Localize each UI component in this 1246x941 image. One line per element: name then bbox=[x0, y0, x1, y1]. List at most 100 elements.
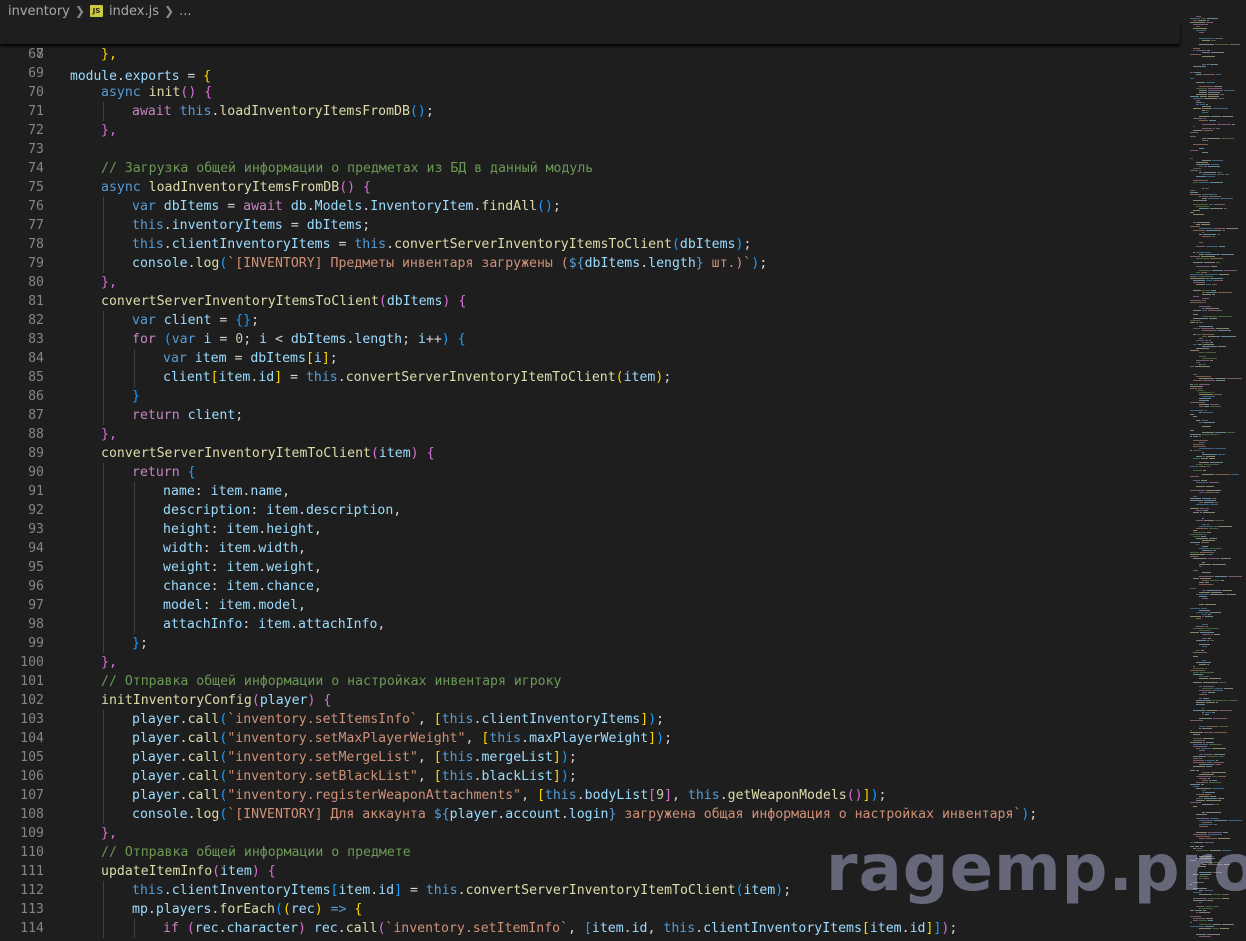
code-line[interactable]: 75 async loadInventoryItemsFromDB() { bbox=[0, 178, 1185, 197]
line-number: 84 bbox=[28, 351, 44, 366]
code-line[interactable]: 110 // Отправка общей информации о предме… bbox=[0, 843, 1185, 862]
code-line[interactable]: 68}, bbox=[0, 45, 1185, 64]
code-token: maxPlayerWeight bbox=[529, 731, 649, 746]
code-line[interactable]: 105 player.call("inventory.setMergeList",… bbox=[0, 748, 1185, 767]
minimap-stroke bbox=[1205, 856, 1211, 857]
code-line[interactable]: 107 player.call("inventory.registerWeapon… bbox=[0, 786, 1185, 805]
minimap-stroke bbox=[1202, 634, 1210, 635]
code-token: = bbox=[330, 237, 355, 252]
minimap-stroke bbox=[1196, 376, 1211, 377]
code-token: console bbox=[132, 256, 188, 271]
code-line[interactable]: 74 // Загрузка общей информации о предмет… bbox=[0, 159, 1185, 178]
minimap-stroke bbox=[1207, 50, 1210, 51]
code-line[interactable]: 97 model: item.model, bbox=[0, 596, 1185, 615]
code-line[interactable]: 80}, bbox=[0, 273, 1185, 292]
minimap-stroke bbox=[1193, 900, 1206, 901]
minimap-stroke bbox=[1193, 214, 1204, 215]
code-line[interactable]: 84 var item = dbItems[i]; bbox=[0, 349, 1185, 368]
code-token: = bbox=[282, 218, 307, 233]
code-line[interactable]: 102 initInventoryConfig(player) { bbox=[0, 691, 1185, 710]
code-line[interactable]: 106 player.call("inventory.setBlackList",… bbox=[0, 767, 1185, 786]
code-line[interactable]: 78 this.clientInventoryItems = this.conve… bbox=[0, 235, 1185, 254]
indent-guide bbox=[134, 919, 135, 938]
code-line[interactable]: 90 return { bbox=[0, 463, 1185, 482]
code-line[interactable]: 101 // Отправка общей информации о настро… bbox=[0, 672, 1185, 691]
code-text: }, bbox=[101, 45, 117, 64]
sticky-scroll-header[interactable]: 7 module.exports = { bbox=[0, 22, 1180, 84]
minimap-stroke bbox=[1193, 180, 1208, 181]
minimap-stroke bbox=[1199, 698, 1202, 699]
code-line[interactable]: 69 bbox=[0, 64, 1185, 83]
code-line[interactable]: 99}; bbox=[0, 634, 1185, 653]
code-editor[interactable]: 68}, 69 70 async init() {71 await this.loadI… bbox=[0, 44, 1185, 941]
code-line[interactable]: 111 updateItemInfo(item) { bbox=[0, 862, 1185, 881]
code-line[interactable]: 98 attachInfo: item.attachInfo, bbox=[0, 615, 1185, 634]
code-line[interactable]: 95 weight: item.weight, bbox=[0, 558, 1185, 577]
code-token: this bbox=[132, 237, 164, 252]
code-line[interactable]: 70 async init() { bbox=[0, 83, 1185, 102]
indent-guide bbox=[103, 919, 104, 938]
minimap-stroke bbox=[1195, 366, 1210, 367]
code-line[interactable]: 76 var dbItems = await db.Models.Inventor… bbox=[0, 197, 1185, 216]
code-line[interactable]: 79 console.log(`[INVENTORY] Предметы инве… bbox=[0, 254, 1185, 273]
code-line[interactable]: 86} bbox=[0, 387, 1185, 406]
code-line[interactable]: 114 if (rec.character) rec.call(`inventor… bbox=[0, 919, 1185, 938]
code-token: "inventory.registerWeaponAttachments" bbox=[227, 788, 522, 803]
code-text: description: item.description, bbox=[163, 501, 401, 520]
code-line[interactable]: 88}, bbox=[0, 425, 1185, 444]
code-line[interactable]: 103 player.call(`inventory.setItemsInfo`,… bbox=[0, 710, 1185, 729]
minimap-stroke bbox=[1215, 576, 1227, 577]
minimap-stroke bbox=[1202, 614, 1207, 615]
minimap-stroke bbox=[1199, 32, 1204, 33]
code-token: . bbox=[306, 199, 315, 214]
minimap-stroke bbox=[1208, 834, 1222, 835]
code-line[interactable]: 73 bbox=[0, 140, 1185, 159]
minimap-stroke bbox=[1199, 866, 1206, 867]
indent-guide bbox=[103, 387, 104, 406]
minimap-stroke bbox=[1190, 436, 1192, 437]
minimap-stroke bbox=[1219, 274, 1229, 275]
breadcrumb-file[interactable]: index.js bbox=[109, 4, 159, 19]
code-line[interactable]: 108 console.log(`[INVENTORY] Для аккаунта… bbox=[0, 805, 1185, 824]
code-line[interactable]: 91 name: item.name, bbox=[0, 482, 1185, 501]
code-line[interactable]: 83 for (var i = 0; i < dbItems.length; i+… bbox=[0, 330, 1185, 349]
code-line[interactable]: 85 client[item.id] = this.convertServerIn… bbox=[0, 368, 1185, 387]
code-line[interactable]: 89 convertServerInventoryItemToClient(ite… bbox=[0, 444, 1185, 463]
code-line[interactable]: 96 chance: item.chance, bbox=[0, 577, 1185, 596]
code-line[interactable]: 92 description: item.description, bbox=[0, 501, 1185, 520]
code-line[interactable]: 109}, bbox=[0, 824, 1185, 843]
minimap-stroke bbox=[1190, 802, 1201, 803]
code-line[interactable]: 93 height: item.height, bbox=[0, 520, 1185, 539]
minimap-stroke bbox=[1205, 626, 1208, 627]
code-line[interactable]: 100}, bbox=[0, 653, 1185, 672]
minimap-stroke bbox=[1193, 666, 1195, 667]
minimap-stroke bbox=[1208, 614, 1211, 615]
minimap-stroke bbox=[1196, 464, 1203, 465]
code-line[interactable]: 87 return client; bbox=[0, 406, 1185, 425]
minimap[interactable] bbox=[1188, 0, 1246, 941]
breadcrumb-folder[interactable]: inventory bbox=[8, 4, 70, 19]
code-token: weight bbox=[266, 560, 314, 575]
minimap-stroke bbox=[1190, 256, 1200, 257]
code-line[interactable]: 77 this.inventoryItems = dbItems; bbox=[0, 216, 1185, 235]
code-line[interactable]: 104 player.call("inventory.setMaxPlayerWe… bbox=[0, 729, 1185, 748]
code-line[interactable]: 112 this.clientInventoryItems[item.id] = … bbox=[0, 881, 1185, 900]
code-line[interactable]: 71 await this.loadInventoryItemsFromDB(); bbox=[0, 102, 1185, 121]
minimap-stroke bbox=[1202, 298, 1209, 299]
code-line[interactable]: 113 mp.players.forEach((rec) => { bbox=[0, 900, 1185, 919]
minimap-stroke bbox=[1190, 632, 1199, 633]
minimap-stroke bbox=[1206, 554, 1213, 555]
minimap-stroke bbox=[1190, 926, 1204, 927]
code-token: async bbox=[101, 180, 149, 195]
minimap-stroke bbox=[1199, 610, 1210, 611]
code-line[interactable]: 94 width: item.width, bbox=[0, 539, 1185, 558]
code-line[interactable]: 81 convertServerInventoryItemsToClient(db… bbox=[0, 292, 1185, 311]
code-token: ) bbox=[870, 788, 879, 803]
code-token: item bbox=[378, 446, 411, 461]
code-line[interactable]: 72}, bbox=[0, 121, 1185, 140]
code-line[interactable]: 82 var client = {}; bbox=[0, 311, 1185, 330]
breadcrumb-symbols[interactable]: ... bbox=[179, 4, 191, 19]
minimap-stroke bbox=[1202, 310, 1207, 311]
code-token: return bbox=[132, 408, 188, 423]
minimap-stroke bbox=[1194, 72, 1201, 73]
